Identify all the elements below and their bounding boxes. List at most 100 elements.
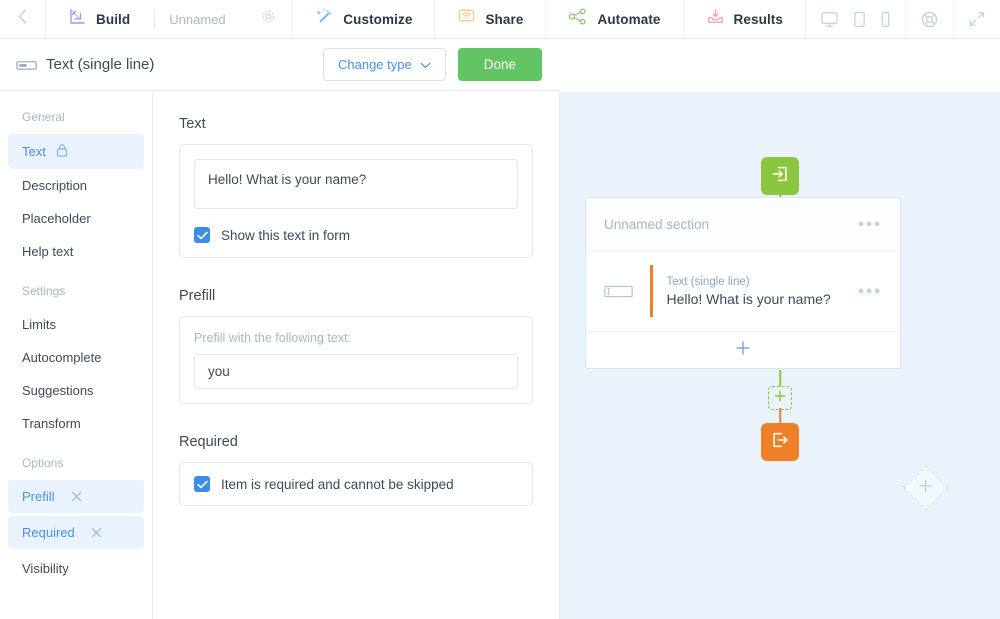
item-type-title: Text (single line) <box>46 56 155 73</box>
tab-automate[interactable]: Automate <box>546 0 682 38</box>
sidebar-group-settings-title: Settings <box>22 284 66 298</box>
top-navigation-bar: Build Unnamed Customize Share Automate R… <box>0 0 1000 39</box>
tab-customize-label: Customize <box>343 11 413 27</box>
flow-item-row[interactable]: Text (single line) Hello! What is your n… <box>586 251 900 332</box>
required-checkbox[interactable] <box>194 476 210 492</box>
tablet-icon[interactable] <box>853 11 866 28</box>
item-accent-bar <box>650 265 653 317</box>
sidebar-item-placeholder[interactable]: Placeholder <box>0 202 152 235</box>
prefill-field-label: Prefill with the following text: <box>194 331 352 345</box>
divider <box>154 10 156 28</box>
prefill-section-card: Prefill with the following text: <box>179 316 533 404</box>
sidebar-item-suggestions[interactable]: Suggestions <box>0 374 152 407</box>
text-section-card: Show this text in form <box>179 144 533 258</box>
single-line-text-icon <box>14 58 40 72</box>
sidebar-group-general-title: General <box>22 110 65 124</box>
item-editor-toolbar: Text (single line) Change type Done <box>0 39 560 91</box>
show-text-in-form-row[interactable]: Show this text in form <box>194 227 518 243</box>
flow-section-header[interactable]: Unnamed section ●●● <box>586 198 900 251</box>
enter-arrow-icon <box>770 164 790 189</box>
sidebar-item-text[interactable]: Text <box>8 134 144 169</box>
document-settings-button[interactable] <box>245 9 292 29</box>
flow-item-text: Text (single line) Hello! What is your n… <box>667 276 858 307</box>
show-text-in-form-checkbox[interactable] <box>194 227 210 243</box>
sidebar-item-transform[interactable]: Transform <box>0 407 152 440</box>
tab-build-label: Build <box>96 11 131 27</box>
change-type-button[interactable]: Change type <box>322 48 446 81</box>
sidebar-item-description[interactable]: Description <box>0 169 152 202</box>
magic-wand-icon <box>315 7 334 31</box>
required-section-title: Required <box>179 434 238 450</box>
required-checkbox-row[interactable]: Item is required and cannot be skipped <box>194 476 518 492</box>
flow-connector <box>779 370 781 386</box>
settings-main-panel: Text Show this text in form Prefill Pref… <box>153 92 560 619</box>
automate-nodes-icon <box>568 7 588 31</box>
tab-results-label: Results <box>733 11 783 27</box>
done-button[interactable]: Done <box>457 48 542 81</box>
more-options-icon[interactable]: ●●● <box>858 285 882 297</box>
help-group <box>906 0 954 38</box>
tab-results[interactable]: Results <box>684 0 805 38</box>
desktop-icon[interactable] <box>820 11 839 28</box>
sidebar-option-prefill[interactable]: Prefill <box>8 480 144 513</box>
chevron-down-icon <box>420 57 431 72</box>
device-preview-group <box>806 0 906 38</box>
tab-share-label: Share <box>485 11 524 27</box>
text-section-title: Text <box>179 116 206 132</box>
mobile-icon[interactable] <box>880 11 891 28</box>
plus-icon <box>735 340 751 361</box>
sidebar-option-prefill-label: Prefill <box>22 489 55 504</box>
editor-body: General Text Description Placeholder Hel… <box>0 92 1000 619</box>
back-button[interactable] <box>0 0 46 38</box>
tab-build[interactable]: Build <box>46 0 152 38</box>
question-text-input[interactable] <box>194 159 518 209</box>
required-section-card: Item is required and cannot be skipped <box>179 462 533 506</box>
plus-icon <box>919 479 933 498</box>
tab-group-results: Results <box>684 0 806 38</box>
build-chart-icon <box>68 7 87 31</box>
exit-arrow-icon <box>770 430 790 455</box>
flow-branch-add-node[interactable] <box>903 465 949 511</box>
show-text-in-form-label: Show this text in form <box>221 227 351 243</box>
sidebar-item-visibility[interactable]: Visibility <box>0 552 152 585</box>
gear-icon <box>261 9 276 29</box>
flow-nodes: Unnamed section ●●● Text (single line) H… <box>560 92 1000 619</box>
results-inbox-icon <box>706 7 725 31</box>
toolbar-actions: Change type Done <box>322 48 542 81</box>
sidebar-item-limits[interactable]: Limits <box>0 308 152 341</box>
sidebar-option-required[interactable]: Required <box>8 516 144 549</box>
tab-group-automate: Automate <box>546 0 684 38</box>
prefill-text-input[interactable] <box>194 354 518 389</box>
sidebar-item-autocomplete[interactable]: Autocomplete <box>0 341 152 374</box>
close-icon[interactable] <box>91 527 102 538</box>
flow-section-card: Unnamed section ●●● Text (single line) H… <box>585 197 901 369</box>
sidebar-item-help-text[interactable]: Help text <box>0 235 152 268</box>
sidebar-item-text-label: Text <box>22 144 46 159</box>
tab-group-share: Share <box>435 0 547 38</box>
flow-preview-canvas[interactable]: Unnamed section ●●● Text (single line) H… <box>560 92 1000 619</box>
required-checkbox-label: Item is required and cannot be skipped <box>221 476 454 492</box>
chevron-left-icon <box>18 9 27 29</box>
expand-group <box>954 0 1000 38</box>
sidebar-group-options-title: Options <box>22 456 64 470</box>
flow-start-node[interactable] <box>761 157 799 195</box>
plus-icon <box>774 389 786 407</box>
build-group: Build Unnamed <box>46 0 294 38</box>
flow-section-title: Unnamed section <box>604 216 710 232</box>
expand-arrows-icon[interactable] <box>968 10 986 28</box>
lock-icon <box>56 143 68 160</box>
document-name[interactable]: Unnamed <box>157 12 237 27</box>
prefill-section-title: Prefill <box>179 288 216 304</box>
app-root: Build Unnamed Customize Share Automate R… <box>0 0 1000 619</box>
more-options-icon[interactable]: ●●● <box>858 218 882 230</box>
tab-group-customize: Customize <box>293 0 436 38</box>
flow-end-node[interactable] <box>761 423 799 461</box>
flow-add-item-button[interactable] <box>586 332 900 368</box>
flow-add-node-bottom[interactable] <box>768 386 792 410</box>
close-icon[interactable] <box>71 491 82 502</box>
lifebuoy-icon[interactable] <box>920 10 939 29</box>
flow-item-type: Text (single line) <box>666 275 750 288</box>
sidebar-option-required-label: Required <box>22 525 75 540</box>
tab-share[interactable]: Share <box>435 0 545 38</box>
tab-customize[interactable]: Customize <box>293 0 434 38</box>
